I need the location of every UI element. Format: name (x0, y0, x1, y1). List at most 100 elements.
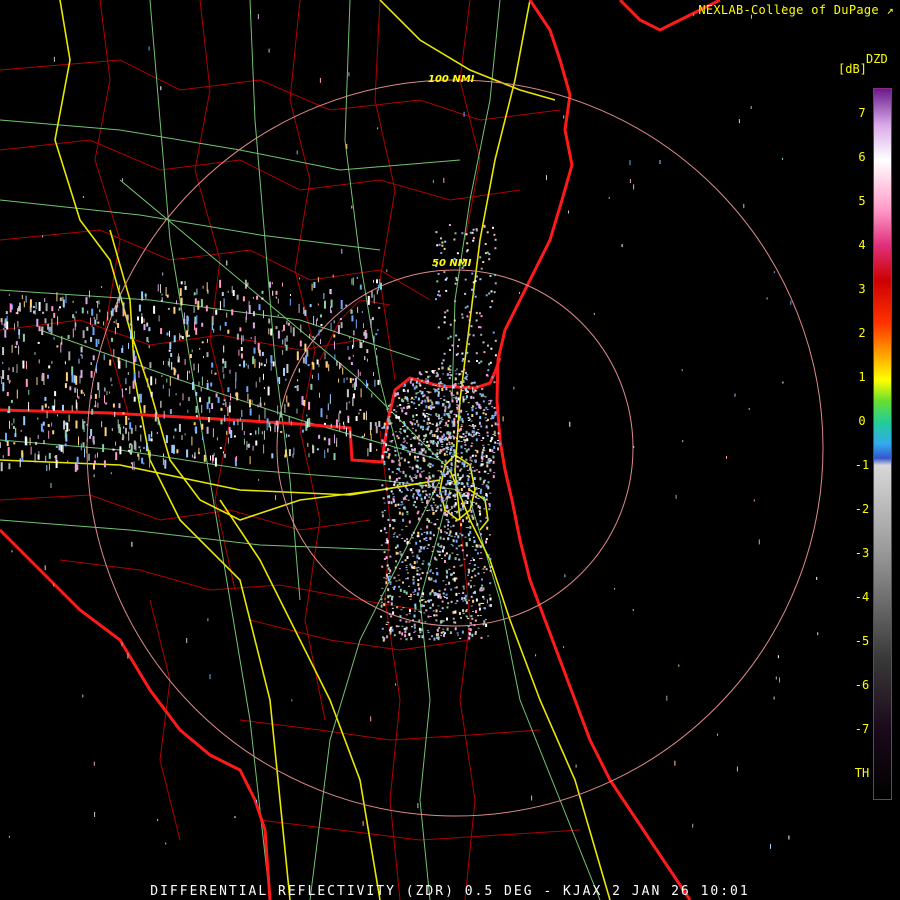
radar-return (208, 417, 210, 423)
radar-return (219, 447, 222, 449)
radar-return (346, 402, 348, 411)
radar-return (396, 435, 399, 438)
radar-return (394, 566, 397, 569)
radar-return (414, 610, 416, 612)
radar-return (457, 410, 460, 413)
radar-return (453, 621, 456, 624)
radar-return (446, 466, 449, 467)
scale-tick-label: -6 (854, 678, 870, 692)
radar-return (263, 444, 265, 454)
radar-return (209, 407, 211, 413)
radar-return (464, 443, 467, 446)
radar-return (402, 426, 405, 427)
radar-return (9, 420, 10, 429)
radar-return (313, 282, 316, 288)
radar-return (17, 320, 19, 327)
radar-return (441, 607, 444, 610)
radar-return (413, 566, 416, 569)
radar-return (221, 292, 224, 296)
ring-label-100: 100 NMI (428, 74, 475, 85)
radar-return (401, 632, 404, 636)
radar-return (231, 309, 234, 316)
radar-return (447, 538, 450, 539)
state-borders (0, 0, 721, 900)
radar-return (417, 566, 420, 568)
radar-return (443, 546, 445, 550)
radar-return (424, 399, 427, 403)
radar-return (457, 404, 460, 407)
radar-return (461, 232, 464, 235)
radar-return (43, 440, 45, 444)
radar-return (48, 365, 51, 369)
radar-return (361, 311, 363, 313)
radar-return (44, 298, 46, 302)
radar-return (445, 483, 448, 486)
radar-return (138, 455, 140, 461)
radar-return (418, 382, 421, 385)
radar-return (406, 481, 409, 484)
radar-return (443, 452, 446, 456)
radar-return (166, 332, 169, 336)
radar-return (90, 395, 92, 400)
radar-return (463, 464, 466, 468)
radar-return (427, 413, 430, 415)
radar-return (462, 433, 465, 435)
radar-return (141, 457, 144, 464)
radar-return (370, 716, 372, 722)
radar-return (492, 433, 495, 435)
radar-return (299, 340, 302, 347)
radar-return (459, 492, 462, 494)
radar-return (442, 491, 445, 493)
radar-return (750, 106, 752, 109)
radar-return (404, 383, 407, 387)
radar-return (483, 620, 486, 624)
radar-return (389, 594, 392, 597)
radar-return (328, 438, 331, 446)
radar-return (469, 508, 472, 510)
radar-return (403, 460, 406, 462)
radar-return (416, 459, 419, 462)
radar-return (207, 338, 208, 343)
radar-return (18, 345, 20, 355)
radar-return (403, 440, 406, 442)
external-link-icon[interactable]: ↗ (886, 3, 894, 17)
radar-return (462, 508, 465, 511)
radar-return (748, 407, 750, 410)
radar-return (472, 281, 475, 284)
radar-return (473, 624, 476, 627)
radar-return (485, 493, 488, 496)
radar-return (470, 395, 473, 399)
radar-return (452, 524, 455, 527)
radar-return (450, 455, 453, 458)
radar-return (468, 636, 471, 640)
radar-return (453, 580, 456, 582)
radar-return (423, 438, 425, 440)
radar-return (425, 477, 428, 479)
radar-return (432, 523, 435, 525)
radar-return (2, 347, 5, 356)
radar-return (207, 618, 209, 622)
radar-return (316, 448, 319, 451)
radar-return (416, 419, 419, 423)
radar-return (169, 376, 171, 386)
radar-return (468, 599, 471, 601)
radar-return (444, 531, 447, 533)
radar-return (428, 475, 431, 479)
radar-return (429, 456, 432, 457)
radar-return (471, 546, 474, 547)
radar-return (443, 395, 446, 397)
radar-return (160, 328, 163, 335)
radar-return (390, 441, 393, 443)
radar-return (405, 525, 408, 527)
radar-return (430, 408, 433, 410)
radar-return (394, 447, 397, 449)
radar-return (403, 423, 406, 427)
radar-return (62, 445, 64, 454)
radar-return (468, 538, 471, 541)
radar-return (432, 440, 435, 442)
radar-return (132, 350, 135, 357)
radar-return (426, 571, 429, 574)
radar-return (439, 491, 442, 495)
radar-return (443, 271, 446, 274)
radar-return (782, 157, 783, 160)
